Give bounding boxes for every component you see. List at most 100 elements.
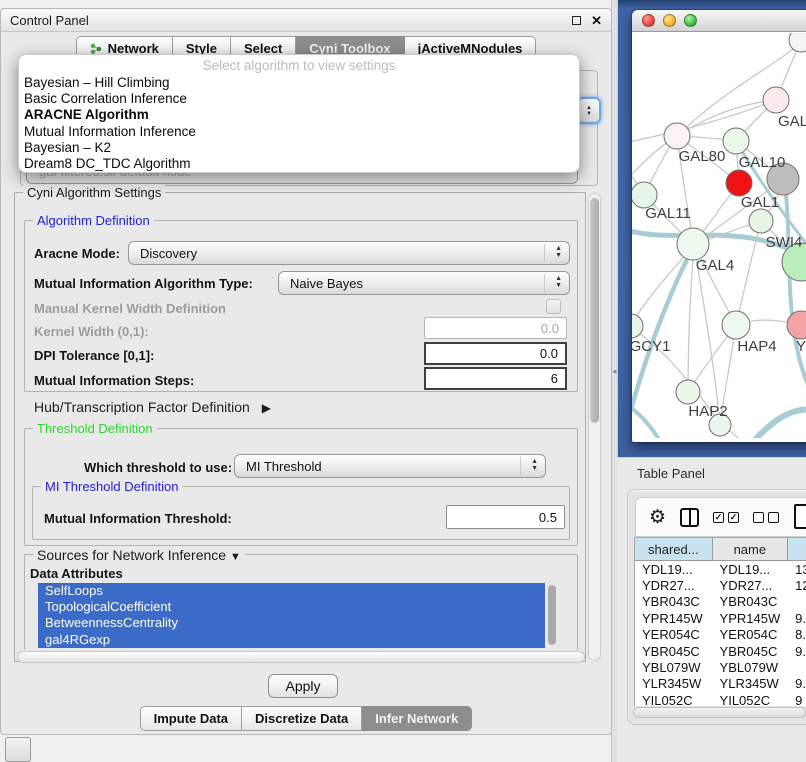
apply-button[interactable]: Apply (268, 674, 338, 698)
gear-icon[interactable]: ⚙ (649, 508, 666, 527)
select-all-checkboxes-icon[interactable]: ✓✓ (713, 512, 739, 523)
float-window-icon[interactable] (572, 16, 581, 25)
node-gal10[interactable] (723, 128, 749, 154)
node[interactable] (763, 87, 789, 113)
dropdown-item[interactable]: Dream8 DC_TDC Algorithm (19, 156, 579, 172)
mi-threshold-field[interactable]: 0.5 (446, 505, 565, 529)
kernel-width-label: Kernel Width (0,1): (34, 324, 149, 339)
dpi-tolerance-label: DPI Tolerance [0,1]: (34, 348, 154, 363)
mi-steps-field[interactable]: 6 (424, 367, 567, 390)
table-row[interactable]: YBR043CYBR043C (635, 594, 806, 610)
manual-kernel-checkbox[interactable] (546, 299, 561, 314)
data-attributes-label: Data Attributes (30, 566, 123, 581)
kernel-width-field[interactable]: 0.0 (424, 317, 567, 339)
dropdown-item[interactable]: Bayesian – Hill Climbing (19, 75, 579, 91)
hub-expander-label: Hub/Transcription Factor Definition (34, 399, 250, 415)
tab-impute-data[interactable]: Impute Data (140, 706, 242, 731)
attribute-item-selected[interactable]: BetweennessCentrality (38, 615, 545, 631)
aracne-mode-label: Aracne Mode: (34, 246, 120, 261)
tab-infer-network[interactable]: Infer Network (362, 706, 472, 731)
dropdown-item-selected[interactable]: ARACNE Algorithm (19, 107, 579, 123)
collapse-triangle-icon: ▼ (230, 551, 241, 563)
column-header-shared[interactable]: shared... (635, 538, 713, 561)
network-graph: GAL GAL80 GAL10 GAL1 GAL11 SWI4 GAL4 GCY… (632, 33, 806, 438)
dropdown-item[interactable]: Basic Correlation Inference (19, 91, 579, 107)
table-row[interactable]: YBR045CYBR045C9. (635, 643, 806, 659)
close-traffic-light-icon[interactable] (642, 14, 655, 27)
network-window-titlebar[interactable] (632, 10, 806, 32)
network-canvas[interactable]: GAL GAL80 GAL10 GAL1 GAL11 SWI4 GAL4 GCY… (632, 33, 806, 438)
zoom-traffic-light-icon[interactable] (684, 14, 697, 27)
mi-threshold-label: Mutual Information Threshold: (44, 511, 232, 526)
kernel-width-value: 0.0 (541, 321, 559, 336)
table-header-row: shared... name (635, 538, 806, 561)
attribute-item-selected[interactable]: SelfLoops (38, 583, 545, 599)
attribute-item-selected[interactable]: gal4RGexp (38, 632, 545, 648)
deselect-all-checkboxes-icon[interactable] (753, 512, 779, 523)
control-panel-titlebar[interactable]: Control Panel ✕ (1, 9, 611, 32)
combo-stepper-focused[interactable]: ▲▼ (577, 97, 601, 124)
aracne-mode-combo[interactable]: Discovery ▲▼ (128, 241, 570, 265)
tab-label: Discretize Data (255, 711, 348, 726)
table-row[interactable]: YDR27...YDR27...12 (635, 577, 806, 593)
mi-algorithm-type-label: Mutual Information Algorithm Type: (34, 276, 253, 291)
hub-expander[interactable]: Hub/Transcription Factor Definition ▶ (34, 399, 271, 415)
settings-vertical-scrollbar[interactable] (588, 193, 601, 661)
algorithm-definition-legend: Algorithm Definition (33, 213, 154, 228)
app-root: GAL GAL80 GAL10 GAL1 GAL11 SWI4 GAL4 GCY… (0, 0, 806, 762)
attribute-item-selected[interactable]: TopologicalCoefficient (38, 599, 545, 615)
settings-horizontal-scrollbar[interactable] (17, 651, 585, 663)
column-header-extra[interactable] (788, 538, 806, 561)
node-label: Y (796, 338, 806, 355)
dropdown-item[interactable]: Mutual Information Inference (19, 124, 579, 140)
node-label: GAL10 (739, 154, 786, 171)
columns-icon[interactable] (680, 508, 699, 527)
node-gal1[interactable] (726, 170, 752, 196)
sources-legend[interactable]: Sources for Network Inference ▼ (33, 547, 245, 563)
tab-discretize-data[interactable]: Discretize Data (242, 706, 362, 731)
aracne-mode-value: Discovery (140, 246, 197, 261)
node-label: SWI4 (766, 234, 803, 251)
node-swi4[interactable] (749, 209, 773, 233)
close-icon[interactable]: ✕ (591, 14, 602, 27)
minimized-window-icon[interactable] (5, 737, 31, 762)
mi-threshold-legend: MI Threshold Definition (41, 479, 182, 494)
node-gal4[interactable] (677, 228, 709, 260)
node-hap2[interactable] (676, 380, 700, 404)
mi-steps-label: Mutual Information Steps: (34, 373, 194, 388)
node-label: GCY1 (632, 338, 670, 355)
table-horizontal-scrollbar[interactable] (633, 707, 806, 718)
node-label: GAL (778, 113, 806, 130)
mi-algorithm-type-combo[interactable]: Naive Bayes ▲▼ (278, 271, 570, 295)
minimize-traffic-light-icon[interactable] (663, 14, 676, 27)
tab-label: Impute Data (154, 711, 228, 726)
table-row[interactable]: YLR345WYLR345W9. (635, 676, 806, 692)
mi-steps-value: 6 (551, 371, 558, 386)
which-threshold-combo[interactable]: MI Threshold ▲▼ (234, 454, 546, 478)
table-row[interactable]: YBL079WYBL079W (635, 659, 806, 675)
table-row[interactable]: YER054CYER054C8. (635, 627, 806, 643)
node-label: GAL11 (645, 205, 691, 222)
table-row[interactable]: YPR145WYPR145W9. (635, 610, 806, 626)
document-icon[interactable] (794, 504, 806, 529)
node-pink[interactable] (787, 311, 806, 339)
node-table[interactable]: shared... name YDL19...YDL19...13 YDR27.… (634, 537, 806, 706)
dpi-tolerance-field[interactable]: 0.0 (424, 342, 567, 365)
network-window[interactable]: GAL GAL80 GAL10 GAL1 GAL11 SWI4 GAL4 GCY… (632, 10, 806, 442)
node-gal80[interactable] (664, 123, 690, 149)
column-header-name[interactable]: name (713, 538, 789, 561)
table-row[interactable]: YDL19...YDL19...13 (635, 561, 806, 577)
collapse-arrow-icon[interactable]: ◂ (612, 366, 617, 377)
table-row[interactable]: YIL052CYIL052C9 (635, 692, 806, 706)
sources-legend-label: Sources for Network Inference (37, 547, 226, 563)
manual-kernel-label: Manual Kernel Width Definition (34, 301, 226, 316)
dropdown-item[interactable]: Bayesian – K2 (19, 140, 579, 156)
node-hap4[interactable] (722, 311, 750, 339)
which-threshold-value: MI Threshold (246, 459, 322, 474)
list-scrollbar-thumb[interactable] (548, 585, 556, 645)
data-attributes-list[interactable]: SelfLoops TopologicalCoefficient Between… (38, 583, 558, 650)
apply-label: Apply (285, 678, 320, 694)
node-label: HAP2 (688, 403, 727, 420)
dpi-tolerance-value: 0.0 (540, 346, 558, 361)
algorithm-dropdown-list: Select algorithm to view settings Bayesi… (18, 54, 580, 173)
